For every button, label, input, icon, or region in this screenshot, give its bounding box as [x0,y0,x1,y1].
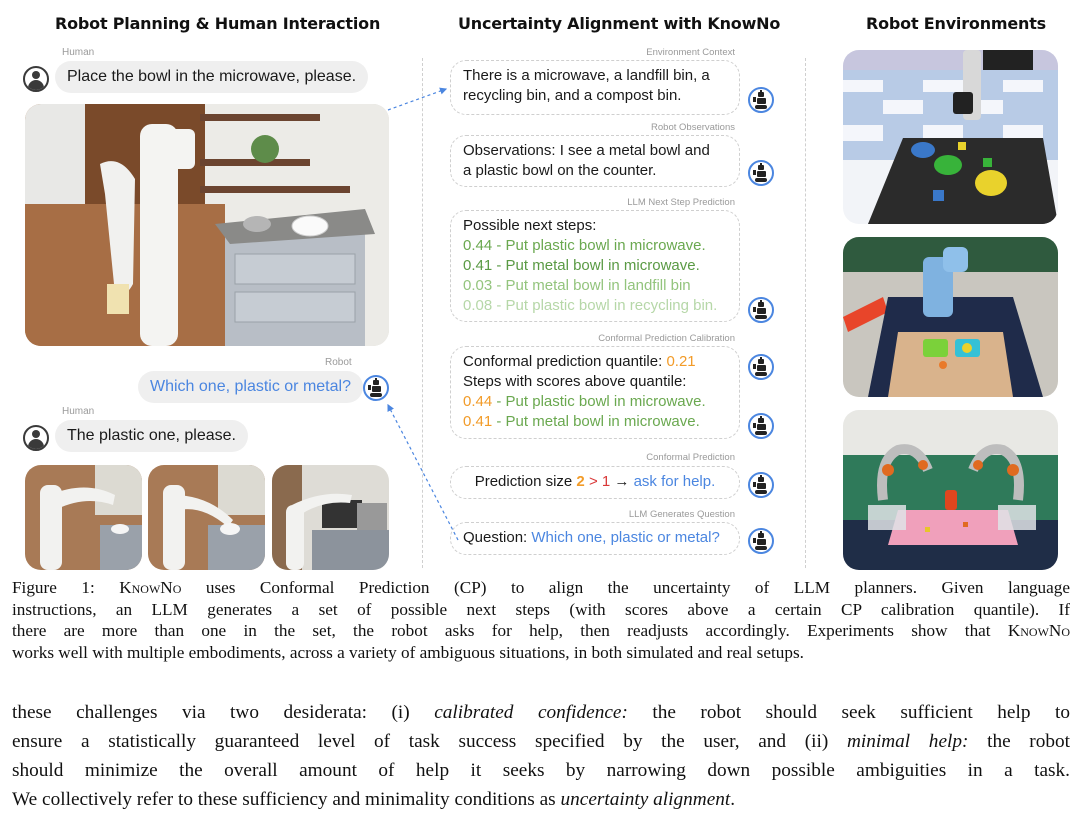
body-line-2: ensure a statistically guaranteed level … [12,731,1070,752]
calibration-card: Conformal prediction quantile: 0.21 Step… [450,346,740,439]
calibration-label: Conformal Prediction Calibration [598,333,735,344]
sequence-illustration-1 [25,465,142,570]
human-message-2: The plastic one, please. [55,420,248,452]
env-bimanual-illustration [843,410,1058,570]
above-quantile-heading: Steps with scores above quantile: [463,373,687,390]
sequence-photo-2 [148,465,265,570]
kept-option: 0.44 - Put plastic bowl in microwave. [463,393,706,410]
sequence-illustration-3 [272,465,389,570]
arrow-question-to-robot [387,403,459,541]
env-photo-sim [843,50,1058,224]
robot-avatar-icon [363,375,389,401]
human-avatar-icon [23,66,49,92]
quantile-value: 0.21 [666,353,696,370]
robot-message: Which one, plastic or metal? [138,371,363,403]
human-role-label: Human [62,47,95,58]
robot-observations-card: Observations: I see a metal bowl and a p… [450,135,740,187]
env-photo-bimanual [843,410,1058,570]
body-line-4: We collectively refer to these sufficien… [12,789,736,810]
robot-icon-calib-1 [748,354,774,380]
question-text: Question: Which one, plastic or metal? [463,529,720,546]
body-paragraph: these challenges via two desiderata: (i)… [12,698,1070,814]
robot-icon-cp [748,472,774,498]
knowno-name: KnowNo [1007,621,1070,640]
caption-line-4: works well with multiple embodiments, ac… [12,642,804,662]
env-ur5-illustration [843,237,1058,397]
human-role-label-2: Human [62,406,95,417]
environment-context-label: Environment Context [646,47,735,58]
prediction-size-text: Prediction size 2 > 1 → ask for help. [474,473,716,490]
caption-line-2: instructions, an LLM generates a set of … [12,599,1070,619]
question-card: Question: Which one, plastic or metal? [450,522,740,555]
human-message-1: Place the bowl in the microwave, please. [55,61,369,93]
next-step-option: 0.08 - Put plastic bowl in recycling bin… [463,297,718,314]
body-line-3: should minimize the overall amount of he… [12,760,1070,781]
env-sim-illustration [843,50,1058,224]
robot-icon-question [748,528,774,554]
robot-icon-predict [748,297,774,323]
env-photo-ur5 [843,237,1058,397]
left-divider [422,58,423,568]
human-avatar-icon-2 [23,425,49,451]
observations-line-1: Observations: I see a metal bowl and [463,142,710,159]
caption-line-1: Figure 1: KnowNo uses Conformal Predicti… [12,578,1071,597]
left-section-title: Robot Planning & Human Interaction [55,14,381,33]
next-step-option: 0.44 - Put plastic bowl in microwave. [463,237,706,254]
question-label: LLM Generates Question [628,509,735,520]
environment-context-line-2: recycling bin, and a compost bin. [463,87,682,104]
environment-context-line-1: There is a microwave, a landfill bin, a [463,67,710,84]
robot-role-label: Robot [325,357,352,368]
figure-caption: Figure 1: KnowNo uses Conformal Predicti… [12,577,1070,663]
environment-context-card: There is a microwave, a landfill bin, a … [450,60,740,115]
middle-section-title: Uncertainty Alignment with KnowNo [458,14,781,33]
next-step-prediction-card: Possible next steps: 0.44 - Put plastic … [450,210,740,322]
arrow-scene-to-context [387,87,448,111]
next-steps-heading: Possible next steps: [463,217,597,234]
robot-icon-env [748,87,774,113]
body-line-1: these challenges via two desiderata: (i)… [12,702,1070,723]
robot-icon-calib-2 [748,413,774,439]
next-step-option: 0.41 - Put metal bowl in microwave. [463,257,700,274]
caption-line-3: there are more than one in the set, the … [12,621,1070,640]
right-section-title: Robot Environments [866,14,1046,33]
sequence-photo-1 [25,465,142,570]
next-step-prediction-label: LLM Next Step Prediction [627,197,735,208]
main-scene-photo [25,104,389,346]
sequence-illustration-2 [148,465,265,570]
sequence-photo-3 [272,465,389,570]
quantile-line: Conformal prediction quantile: 0.21 [463,353,696,370]
conformal-prediction-card: Prediction size 2 > 1 → ask for help. [450,466,740,499]
robot-observations-label: Robot Observations [651,122,735,133]
next-step-option: 0.03 - Put metal bowl in landfill bin [463,277,691,294]
robot-icon-obs [748,160,774,186]
kept-option: 0.41 - Put metal bowl in microwave. [463,413,700,430]
observations-line-2: a plastic bowl on the counter. [463,162,657,179]
knowno-name: KnowNo [119,578,182,597]
main-scene-illustration [25,104,389,346]
conformal-prediction-label: Conformal Prediction [646,452,735,463]
right-divider [805,58,806,568]
